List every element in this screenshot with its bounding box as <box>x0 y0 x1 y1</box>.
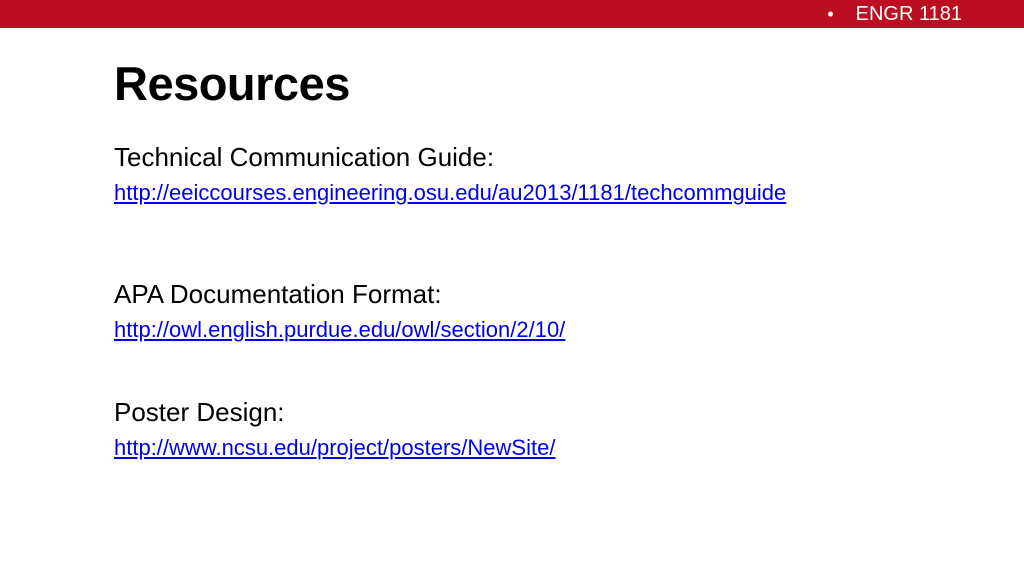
resource-label: Technical Communication Guide: <box>114 142 495 172</box>
slide: • ENGR 1181 Resources Technical Communica… <box>0 0 1024 576</box>
resource-link[interactable]: http://eeiccourses.engineering.osu.edu/a… <box>114 179 786 207</box>
resource-poster-design: Poster Design: http://www.ncsu.edu/proje… <box>114 396 555 462</box>
course-tag: • ENGR 1181 <box>827 2 962 26</box>
resource-label: Poster Design: <box>114 397 285 427</box>
resource-tech-comm-guide: Technical Communication Guide: http://ee… <box>114 141 786 207</box>
course-label: ENGR 1181 <box>855 3 962 25</box>
resource-label: APA Documentation Format: <box>114 279 442 309</box>
bullet-icon: • <box>827 4 834 24</box>
resource-link[interactable]: http://owl.english.purdue.edu/owl/sectio… <box>114 316 565 344</box>
resource-link[interactable]: http://www.ncsu.edu/project/posters/NewS… <box>114 434 555 462</box>
page-title: Resources <box>114 57 350 110</box>
resource-apa-format: APA Documentation Format: http://owl.eng… <box>114 278 565 344</box>
header-bar: • ENGR 1181 <box>0 0 1024 28</box>
